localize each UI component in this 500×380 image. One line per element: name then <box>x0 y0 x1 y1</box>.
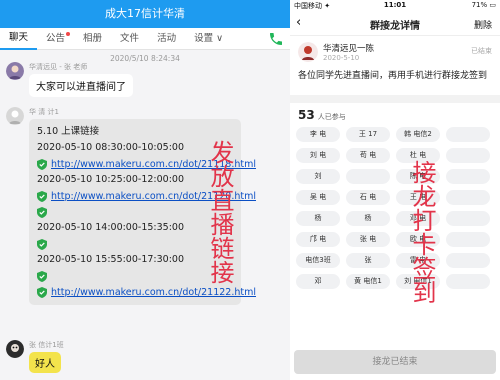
message-line: 2020-05-10 10:25:00-12:00:00 <box>37 174 184 185</box>
tab-activities[interactable]: 活动 <box>148 28 185 50</box>
participant-chip[interactable] <box>446 148 490 163</box>
count-number: 53 <box>298 108 315 122</box>
nav-bar: ‹ 群接龙详情 删除 <box>290 11 500 36</box>
participant-chip[interactable]: 刘 电 <box>296 148 340 163</box>
course-link-hidden[interactable] <box>37 268 233 284</box>
sender-name: 华清远见 - 张 老师 <box>29 63 88 71</box>
participant-chip[interactable]: 邓 <box>296 274 340 289</box>
participant-chip[interactable] <box>446 190 490 205</box>
message-bubble[interactable]: 好人 <box>29 352 61 373</box>
message-line: 2020-05-10 15:55:00-17:30:00 <box>37 254 184 265</box>
divider <box>290 95 500 103</box>
participant-chip[interactable] <box>446 232 490 247</box>
status-bar: 中国移动 ✦ 11:01 71% ▭ <box>290 0 500 11</box>
participant-count: 53 人已参与 <box>290 103 500 127</box>
sender-name: 华 清 计1 <box>29 108 59 116</box>
participant-chip[interactable]: 石 电 <box>346 190 390 205</box>
participant-chip[interactable]: 黄 电信1 <box>346 274 390 289</box>
tab-settings[interactable]: 设置 ∨ <box>185 28 232 50</box>
tab-album[interactable]: 相册 <box>74 28 111 50</box>
chat-message: 张 信计1班 好人 <box>6 340 64 373</box>
clock: 11:01 <box>383 1 407 9</box>
message-line: 2020-05-10 14:00:00-15:35:00 <box>37 222 184 233</box>
participant-chip[interactable] <box>446 127 490 142</box>
message-line: 2020-05-10 08:30:00-10:05:00 <box>37 142 184 153</box>
sender-name: 张 信计1班 <box>29 341 64 349</box>
handwritten-annotation: 发放直播链接 <box>206 140 234 284</box>
handwritten-annotation: 接龙打卡签到 <box>408 160 436 304</box>
participant-chip[interactable]: 张 电 <box>346 232 390 247</box>
course-link[interactable]: http://www.makeru.com.cn/dot/21122.html <box>37 284 256 300</box>
chat-message: 华清远见 - 张 老师 大家可以进直播间了 <box>6 62 133 97</box>
delete-button[interactable]: 删除 <box>474 18 492 31</box>
participant-chip[interactable]: 苟 电 <box>346 148 390 163</box>
group-title: 成大17信计华清 <box>0 0 290 28</box>
course-link[interactable]: http://www.makeru.com.cn/dot/21118.html <box>37 156 256 172</box>
checkin-detail-panel: 中国移动 ✦ 11:01 71% ▭ ‹ 群接龙详情 删除 华清远见一陈 202… <box>290 0 500 380</box>
shield-icon <box>37 158 47 170</box>
checkin-ended-button[interactable]: 接龙已结束 <box>294 350 496 374</box>
battery-indicator: 71% ▭ <box>471 1 496 9</box>
participant-chip[interactable]: 刘 <box>296 169 340 184</box>
course-link[interactable]: http://www.makeru.com.cn/dot/21120.html <box>37 188 256 204</box>
checkin-post: 华清远见一陈 2020-5-10 已结束 各位同学先进直播间，再用手机进行群接龙… <box>290 36 500 89</box>
participant-chip[interactable]: 张 <box>346 253 390 268</box>
avatar[interactable] <box>298 42 318 62</box>
avatar[interactable] <box>6 107 24 125</box>
participant-chip[interactable]: 李 电 <box>296 127 340 142</box>
participant-chip[interactable]: 韩 电信2 <box>396 127 440 142</box>
participant-chip[interactable]: 杨 <box>296 211 340 226</box>
avatar[interactable] <box>6 340 24 358</box>
post-date: 2020-5-10 <box>323 54 360 62</box>
group-chat-panel: 成大17信计华清 聊天 公告 相册 文件 活动 设置 ∨ 2020/5/10 8… <box>0 0 290 380</box>
participant-chip[interactable] <box>446 169 490 184</box>
course-link-hidden[interactable] <box>37 204 233 220</box>
shield-icon <box>37 238 47 250</box>
status-badge: 已结束 <box>471 47 492 55</box>
participant-chip[interactable]: 电信3班 <box>296 253 340 268</box>
shield-icon <box>37 190 47 202</box>
participant-chip[interactable] <box>446 274 490 289</box>
chat-tabs: 聊天 公告 相册 文件 活动 设置 ∨ <box>0 28 290 50</box>
participant-chip[interactable] <box>446 253 490 268</box>
phone-call-icon[interactable] <box>268 31 284 47</box>
course-link-hidden[interactable] <box>37 236 233 252</box>
avatar[interactable] <box>6 62 24 80</box>
shield-icon <box>37 206 47 218</box>
shield-icon <box>37 286 47 298</box>
count-label: 人已参与 <box>317 113 346 121</box>
author-name: 华清远见一陈 <box>323 44 375 54</box>
participant-chip[interactable]: 王 17 <box>346 127 390 142</box>
participant-grid: 李 电 王 17 韩 电信2 刘 电 苟 电 杜 电 刘 陈 电 吴 电 石 电… <box>290 127 500 289</box>
participant-chip[interactable] <box>346 169 390 184</box>
tab-announcement[interactable]: 公告 <box>37 28 74 50</box>
shield-icon <box>37 270 47 282</box>
participant-chip[interactable]: 吴 电 <box>296 190 340 205</box>
tab-files[interactable]: 文件 <box>111 28 148 50</box>
participant-chip[interactable]: 杨 <box>346 211 390 226</box>
post-content: 各位同学先进直播间，再用手机进行群接龙签到 <box>298 71 488 81</box>
tab-chat[interactable]: 聊天 <box>0 28 38 50</box>
participant-chip[interactable] <box>446 211 490 226</box>
message-bubble[interactable]: 大家可以进直播间了 <box>29 74 133 97</box>
message-line: 5.10 上课链接 <box>37 126 100 137</box>
unread-dot <box>66 31 71 36</box>
participant-chip[interactable]: 邝 电 <box>296 232 340 247</box>
page-title: 群接龙详情 <box>370 21 420 32</box>
